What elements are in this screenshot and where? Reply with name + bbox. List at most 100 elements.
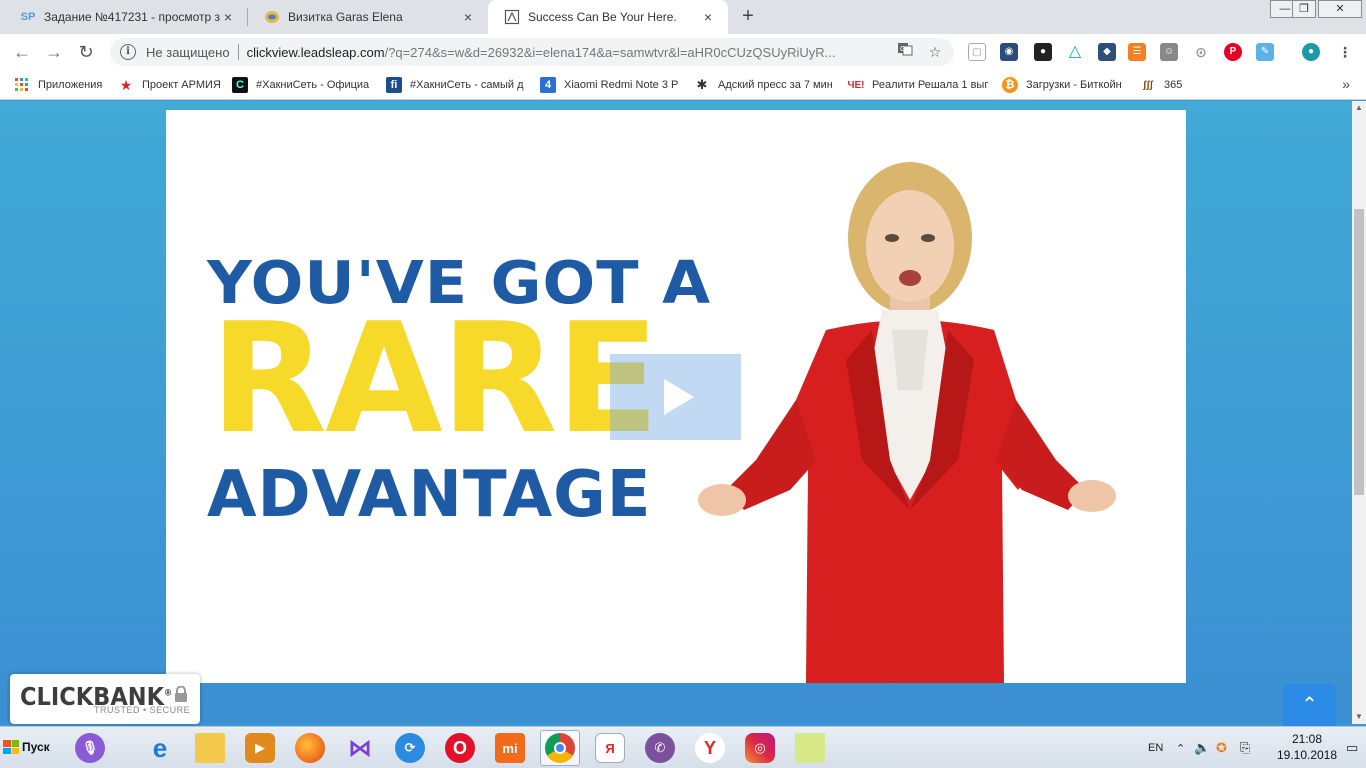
divider (237, 44, 239, 60)
bookmark-365[interactable]: ʃʃʃ 365 (1140, 76, 1190, 94)
taskbar-opera[interactable]: O (440, 730, 480, 766)
bookmark-haknitset-2[interactable]: fi #ХакниСеть - самый д (386, 76, 524, 94)
url-host: clickview.leadsleap.com (246, 44, 385, 60)
scroll-up-icon[interactable]: ▲ (1352, 101, 1366, 115)
layers-extension-icon[interactable]: ◆ (1098, 43, 1116, 61)
page-scrollbar[interactable]: ▲ ▼ (1352, 101, 1366, 724)
video-player[interactable]: YOU'VE GOT A RARE ADVANTAGE (166, 110, 1186, 683)
taskbar-vs[interactable]: ⋈ (340, 730, 380, 766)
headline-line2: RARE (210, 290, 660, 467)
taskbar-shareit[interactable]: ⟳ (390, 730, 430, 766)
browser-toolbar: ← → ↻ i Не защищено clickview.leadsleap.… (0, 34, 1366, 70)
scroll-to-top-button[interactable]: ⌃ (1283, 684, 1336, 726)
bookmark-label: Xiaomi Redmi Note 3 P (564, 79, 678, 91)
translate-icon[interactable]: G (894, 41, 916, 63)
close-icon[interactable]: × (700, 9, 716, 25)
address-bar[interactable]: i Не защищено clickview.leadsleap.com/?q… (110, 38, 954, 66)
restore-button[interactable]: ❐ (1292, 0, 1316, 18)
forward-button[interactable]: → (42, 40, 66, 64)
tab-title: Success Can Be Your Here. (528, 10, 677, 24)
che-icon: ЧЕ! (848, 79, 865, 91)
bookmark-armiya[interactable]: ★ Проект АРМИЯ (118, 76, 222, 94)
notification-icon[interactable]: ▭ (1346, 727, 1358, 768)
tab-success[interactable]: Success Can Be Your Here. × (488, 0, 728, 34)
tray-overflow-icon[interactable]: ⌃ (1176, 727, 1185, 768)
back-button[interactable]: ← (10, 40, 34, 64)
hakni-icon: C (232, 77, 248, 93)
taskbar-viber[interactable]: ✆ (640, 730, 680, 766)
volume-icon[interactable]: 🔈 (1194, 727, 1210, 768)
taskbar-instagram[interactable]: ◎ (740, 730, 780, 766)
bookmark-press[interactable]: ✱ Адский пресс за 7 мин (694, 76, 832, 94)
bookmark-label: 365 (1164, 79, 1183, 91)
mi-icon: mi (495, 733, 525, 763)
leadsleap-icon (504, 9, 520, 25)
taskbar-media[interactable]: ▶ (240, 730, 280, 766)
note-extension-icon[interactable]: ✎ (1256, 43, 1274, 61)
headline-line3: ADVANTAGE (207, 458, 652, 532)
windows-logo-icon (3, 740, 19, 754)
scrollbar-thumb[interactable] (1354, 209, 1364, 495)
taskbar-yandex-tag[interactable]: Я (590, 730, 630, 766)
sp-icon: SP (20, 11, 36, 23)
close-icon[interactable]: × (460, 9, 476, 25)
camera-extension-icon[interactable]: ◉ (1000, 43, 1018, 61)
pinterest-icon[interactable]: P (1224, 43, 1242, 61)
badge-extension-icon[interactable]: ● (1034, 43, 1052, 61)
url-text[interactable]: clickview.leadsleap.com/?q=274&s=w&d=269… (247, 45, 894, 60)
bookmarks-bar: Приложения ★ Проект АРМИЯ C #ХакниСеть -… (0, 70, 1366, 100)
menu-icon[interactable]: ⋮ (1336, 43, 1354, 61)
firefox-icon (295, 733, 325, 763)
scroll-down-icon[interactable]: ▼ (1352, 710, 1366, 724)
avatar[interactable]: ● (1302, 43, 1320, 61)
bookmarks-overflow-icon[interactable]: » (1342, 76, 1350, 92)
bookmark-label: Реалити Решала 1 вып (872, 79, 988, 91)
rss-icon[interactable]: ☰ (1128, 43, 1146, 61)
info-icon[interactable]: i (120, 44, 136, 60)
taskbar-mi[interactable]: mi (490, 730, 530, 766)
clickbank-badge[interactable]: CLICKBANK® TRUSTED • SECURE (10, 674, 200, 724)
video-play-button[interactable] (610, 354, 741, 440)
bookmark-apps[interactable]: Приложения (14, 76, 114, 94)
network-icon[interactable]: ⎘ (1240, 727, 1250, 768)
bookmark-xiaomi[interactable]: 4 Xiaomi Redmi Note 3 P (540, 76, 678, 94)
internet-explorer-icon: e (152, 732, 168, 763)
bookmark-label: #ХакниСеть - самый д (410, 79, 524, 91)
extension-page-icon[interactable]: ▢ (968, 43, 986, 61)
instagram-icon: ◎ (745, 733, 775, 763)
security-label[interactable]: Не защищено (146, 45, 230, 60)
start-label: Пуск (22, 740, 50, 754)
new-tab-button[interactable]: + (736, 5, 760, 29)
taskbar-sticky-notes[interactable] (790, 730, 830, 766)
language-indicator[interactable]: EN (1148, 727, 1163, 768)
taskbar-cortana[interactable]: 🎙 (70, 730, 110, 766)
download-extension-icon[interactable]: ⊙ (1192, 43, 1210, 61)
taskbar-chrome[interactable] (540, 730, 580, 766)
taskbar-yandex[interactable]: Y (690, 730, 730, 766)
bookmark-label: #ХакниСеть - Официа (256, 79, 370, 91)
taskbar-ie[interactable]: e (140, 730, 180, 766)
profile-extension-icon[interactable]: ☺ (1160, 43, 1178, 61)
bookmark-haknitset-1[interactable]: C #ХакниСеть - Официа (232, 76, 370, 94)
bookmark-bitcoin[interactable]: ₿ Загрузки - Биткойн (1002, 76, 1130, 94)
windows-taskbar: Пуск 🎙 e ▶ ⋈ ⟳ O mi Я ✆ Y ◎ EN ⌃ 🔈 ✪ ⎘ 2… (0, 726, 1366, 768)
tab-task[interactable]: SP Задание №417231 - просмотр зад × (4, 0, 248, 34)
svg-text:G: G (900, 46, 905, 53)
taskbar-firefox[interactable] (290, 730, 330, 766)
bookmark-star-icon[interactable]: ☆ (924, 41, 946, 63)
taskbar-explorer[interactable] (190, 730, 230, 766)
chrome-icon (545, 733, 575, 763)
bookmark-reshala[interactable]: ЧЕ! Реалити Решала 1 вып (848, 76, 988, 94)
reload-button[interactable]: ↻ (74, 40, 98, 64)
lock-icon (175, 686, 187, 702)
tab-vizitka[interactable]: Визитка Garas Elena × (248, 0, 488, 34)
system-clock[interactable]: 21:08 19.10.2018 (1262, 731, 1352, 763)
opera-icon: O (445, 733, 475, 763)
start-button[interactable]: Пуск (3, 733, 53, 761)
media-player-icon: ▶ (245, 733, 275, 763)
triangle-extension-icon[interactable]: △ (1066, 43, 1084, 61)
close-icon[interactable]: × (220, 9, 236, 25)
avast-icon[interactable]: ✪ (1216, 727, 1227, 768)
close-window-button[interactable]: ✕ (1318, 0, 1362, 18)
clock-date: 19.10.2018 (1276, 748, 1338, 762)
